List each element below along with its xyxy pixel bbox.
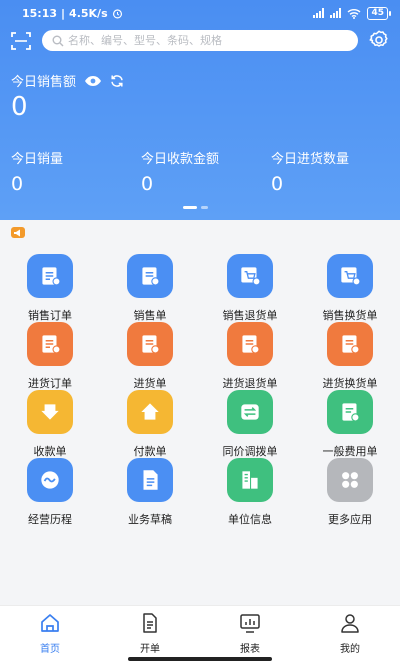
search-input[interactable] — [68, 34, 348, 47]
menu-item-history[interactable]: 经营历程 — [0, 458, 100, 538]
menu-item-label: 经营历程 — [28, 513, 72, 526]
sales-exchange-icon — [327, 254, 373, 298]
profile-icon — [341, 614, 359, 633]
transfer-icon — [227, 390, 273, 434]
menu-item-label: 进货订单 — [28, 377, 72, 390]
cellular-signal-icon — [313, 8, 325, 18]
menu-item-label: 销售订单 — [28, 309, 72, 322]
menu-item-label: 同价调拨单 — [222, 445, 278, 458]
sales-order-icon — [27, 254, 73, 298]
purchase-bill-icon — [127, 322, 173, 366]
battery-icon: 45 — [367, 6, 391, 20]
menu-item-label: 业务草稿 — [128, 513, 172, 526]
sales-return-icon — [227, 254, 273, 298]
cellular-signal-icon-2 — [330, 8, 342, 18]
tab-home[interactable]: 首页 — [20, 612, 80, 658]
purchase-return-icon — [227, 322, 273, 366]
stat-today-receipts: 今日收款金额 0 — [141, 152, 220, 195]
refresh-icon[interactable] — [110, 74, 124, 88]
menu-item-label: 进货换货单 — [322, 377, 378, 390]
status-time: 15:13 — [22, 6, 58, 20]
sales-bill-icon — [127, 254, 173, 298]
menu-item-label: 付款单 — [133, 445, 167, 458]
today-sales-value: 0 — [11, 92, 28, 122]
expense-icon — [327, 390, 373, 434]
notice-icon[interactable] — [11, 227, 25, 238]
receipt-icon — [27, 390, 73, 434]
menu-item-label: 销售换货单 — [322, 309, 378, 322]
tab-profile[interactable]: 我的 — [320, 612, 380, 658]
menu-item-label: 更多应用 — [328, 513, 372, 526]
menu-item-label: 一般费用单 — [322, 445, 378, 458]
payment-icon — [127, 390, 173, 434]
home-icon — [41, 614, 59, 632]
today-sales-label: 今日销售额 — [11, 71, 124, 90]
menu-item-label: 收款单 — [33, 445, 67, 458]
stat-today-purchase-qty: 今日进货数量 0 — [271, 152, 350, 195]
status-speed: 4.5K/s — [69, 6, 108, 20]
history-icon — [27, 458, 73, 502]
carousel-indicator — [183, 206, 208, 209]
purchase-order-icon — [27, 322, 73, 366]
draft-icon — [127, 458, 173, 502]
tab-report[interactable]: 报表 — [220, 612, 280, 658]
dashboard-header: 15:13 | 4.5K/s 45 名称、编号、型号、条码、规格 今日销售额 0… — [0, 0, 400, 220]
search-icon — [52, 35, 64, 46]
alarm-icon — [112, 8, 122, 18]
stat-today-sales-qty: 今日销量 0 — [11, 152, 64, 195]
menu-item-label: 销售退货单 — [222, 309, 278, 322]
scan-icon[interactable] — [10, 30, 32, 52]
menu-item-label: 进货退货单 — [222, 377, 278, 390]
report-icon — [240, 614, 260, 633]
menu-item-label: 单位信息 — [228, 513, 272, 526]
menu-item-draft[interactable]: 业务草稿 — [100, 458, 200, 538]
create-bill-icon — [143, 613, 157, 633]
unit-info-icon — [227, 458, 273, 502]
tab-create-bill[interactable]: 开单 — [120, 612, 180, 658]
menu-item-label: 进货单 — [133, 377, 167, 390]
more-apps-icon — [327, 458, 373, 502]
wifi-icon — [348, 8, 361, 19]
menu-item-unit-info[interactable]: 单位信息 — [200, 458, 300, 538]
search-bar[interactable] — [42, 30, 358, 51]
gear-icon[interactable] — [368, 29, 390, 51]
purchase-exchange-icon — [327, 322, 373, 366]
menu-item-more-apps[interactable]: 更多应用 — [300, 458, 400, 538]
menu-item-label: 销售单 — [133, 309, 167, 322]
status-bar: 15:13 | 4.5K/s 45 — [0, 0, 400, 26]
home-indicator — [128, 657, 272, 661]
eye-icon[interactable] — [84, 75, 102, 87]
